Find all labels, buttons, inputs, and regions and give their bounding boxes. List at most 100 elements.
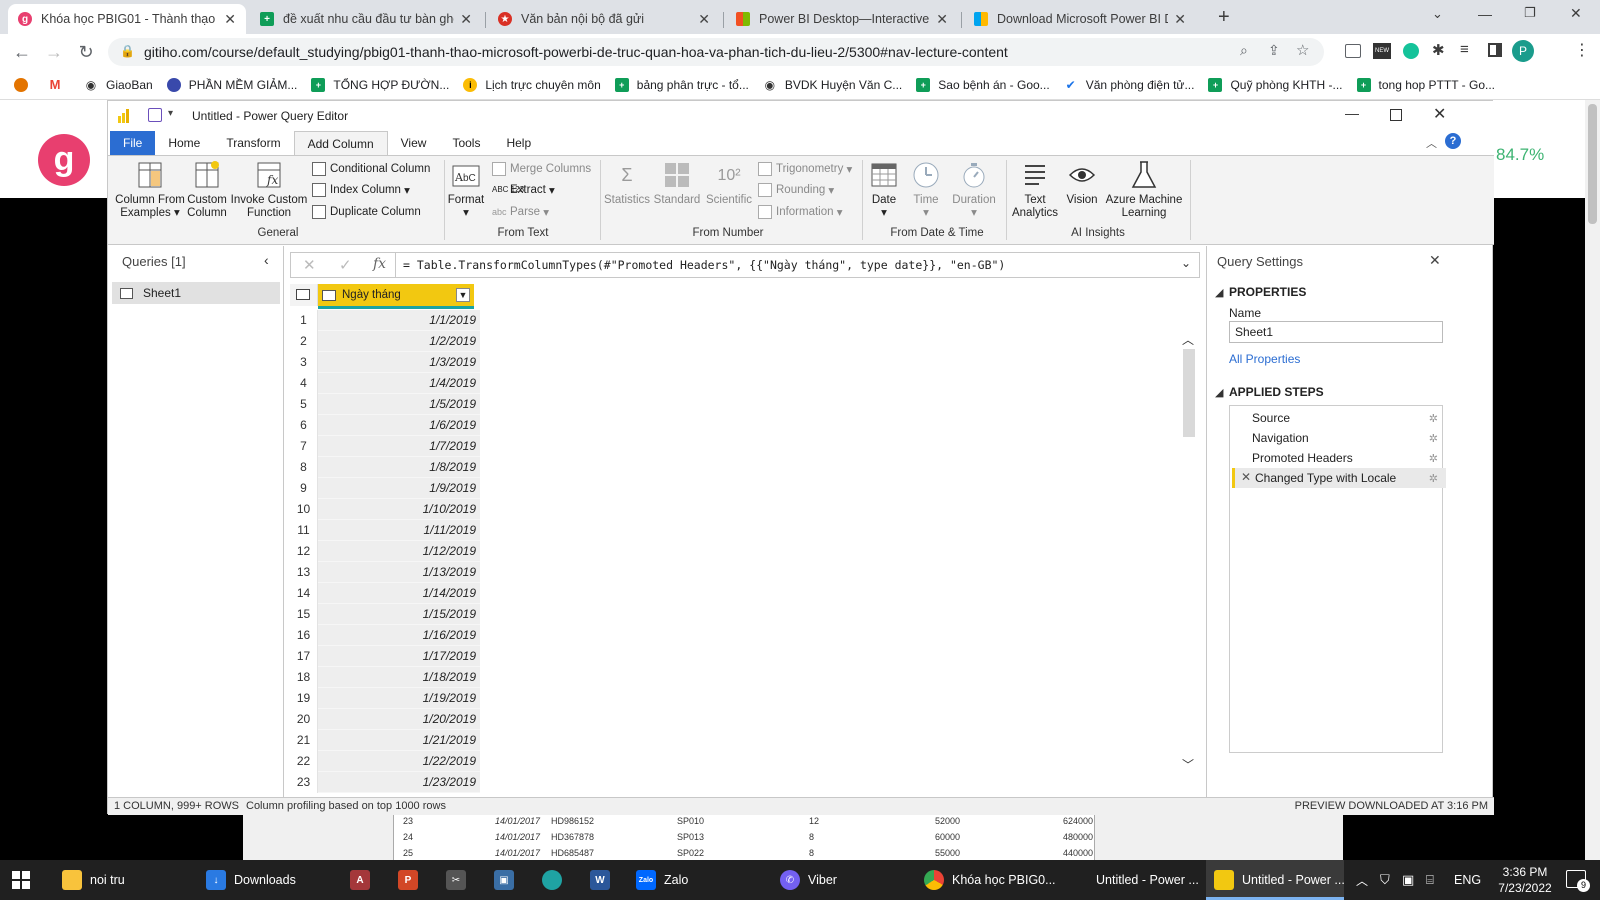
step-navigation[interactable]: Navigation ✲ — [1232, 428, 1446, 448]
duplicate-column-button[interactable]: Duplicate Column — [312, 205, 421, 219]
filter-dropdown-icon[interactable]: ▼ — [456, 288, 470, 302]
quick-access-dropdown-icon[interactable]: ▾ — [168, 108, 173, 119]
taskbar-item-viber[interactable]: ✆ Viber — [780, 860, 837, 900]
close-icon[interactable]: ✕ — [1433, 104, 1446, 124]
step-source[interactable]: Source ✲ — [1232, 408, 1446, 428]
table-row[interactable]: 2 1/2/2019 — [290, 331, 480, 352]
date-cell[interactable]: 1/23/2019 — [318, 772, 480, 793]
azure-ml-button[interactable]: Azure Machine Learning — [1104, 160, 1184, 220]
vision-button[interactable]: Vision — [1062, 160, 1102, 207]
taskbar-item-downloads[interactable]: ↓ Downloads — [206, 860, 296, 900]
step-changed-type-with-locale[interactable]: ✕ Changed Type with Locale ✲ — [1232, 468, 1446, 488]
date-cell[interactable]: 1/18/2019 — [318, 667, 480, 688]
expand-formula-icon[interactable]: ⌄ — [1181, 256, 1191, 270]
close-tab-icon[interactable]: ✕ — [698, 11, 710, 28]
tab-add-column[interactable]: Add Column — [293, 131, 388, 155]
tab-vanban[interactable]: ★ Văn bản nội bộ đã gửi ✕ — [488, 4, 720, 34]
grammarly-icon[interactable] — [1403, 43, 1419, 59]
all-properties-link[interactable]: All Properties — [1229, 352, 1300, 366]
table-row[interactable]: 22 1/22/2019 — [290, 751, 480, 772]
scientific-button[interactable]: 10² Scientific — [704, 160, 754, 207]
close-tab-icon[interactable]: ✕ — [1174, 11, 1186, 28]
menu-kebab-icon[interactable]: ⋮ — [1574, 40, 1590, 60]
table-row[interactable]: 12 1/12/2019 — [290, 541, 480, 562]
commit-formula-icon[interactable]: ✓ — [339, 256, 352, 274]
taskbar-item-zalo[interactable]: Zalo Zalo — [636, 860, 688, 900]
date-cell[interactable]: 1/20/2019 — [318, 709, 480, 730]
conditional-column-button[interactable]: Conditional Column — [312, 162, 430, 176]
minimize-icon[interactable]: — — [1345, 105, 1359, 121]
security-icon[interactable]: ⛉ — [1380, 860, 1390, 900]
date-cell[interactable]: 1/3/2019 — [318, 352, 480, 373]
table-row[interactable]: 7 1/7/2019 — [290, 436, 480, 457]
merge-columns-button[interactable]: Merge Columns — [492, 162, 591, 176]
restore-icon[interactable]: ❐ — [1524, 5, 1536, 21]
index-column-button[interactable]: Index Column ▾ — [312, 183, 410, 197]
bookmark-item[interactable]: ✔ Văn phòng điện tử... — [1063, 77, 1194, 92]
address-bar[interactable]: 🔒 gitiho.com/course/default_studying/pbi… — [108, 38, 1324, 66]
date-cell[interactable]: 1/4/2019 — [318, 373, 480, 394]
collapse-triangle-icon[interactable]: ◢ — [1215, 386, 1223, 399]
table-row[interactable]: 3 1/3/2019 — [290, 352, 480, 373]
table-row[interactable]: 16 1/16/2019 — [290, 625, 480, 646]
tab-search-icon[interactable]: ⌄ — [1432, 6, 1443, 22]
column-from-examples-button[interactable]: Column From Examples ▾ — [114, 160, 186, 220]
close-tab-icon[interactable]: ✕ — [224, 11, 236, 28]
date-cell[interactable]: 1/7/2019 — [318, 436, 480, 457]
taskbar-item-power-query-2[interactable]: Untitled - Power ... — [1206, 860, 1345, 900]
settings-gear-icon[interactable]: ✲ — [1429, 412, 1438, 425]
table-row[interactable]: 9 1/9/2019 — [290, 478, 480, 499]
close-window-icon[interactable]: ✕ — [1570, 5, 1582, 22]
grid-scrollbar-thumb[interactable] — [1183, 349, 1195, 437]
table-row[interactable]: 4 1/4/2019 — [290, 373, 480, 394]
table-row[interactable]: 18 1/18/2019 — [290, 667, 480, 688]
taskbar-edge[interactable] — [542, 860, 570, 900]
table-row[interactable]: 21 1/21/2019 — [290, 730, 480, 751]
gitiho-logo[interactable]: g — [38, 134, 90, 186]
taskbar-item-chrome[interactable]: Khóa học PBIG0... — [924, 860, 1056, 900]
trigonometry-button[interactable]: Trigonometry ▾ — [758, 162, 852, 176]
table-row[interactable]: 8 1/8/2019 — [290, 457, 480, 478]
bookmark-item[interactable]: i Lịch trực chuyên môn — [463, 77, 601, 92]
profiling-status[interactable]: Column profiling based on top 1000 rows — [246, 800, 446, 812]
collapse-ribbon-icon[interactable]: ︿ — [1426, 135, 1437, 151]
table-row[interactable]: 11 1/11/2019 — [290, 520, 480, 541]
bookmark-item[interactable]: + Sao bệnh án - Goo... — [916, 77, 1050, 92]
bookmark-item[interactable] — [14, 77, 36, 92]
statistics-button[interactable]: Σ Statistics — [604, 160, 650, 207]
bookmark-star-icon[interactable]: ☆ — [1296, 41, 1309, 59]
help-icon[interactable]: ? — [1445, 133, 1461, 149]
tab-gitiho[interactable]: g Khóa học PBIG01 - Thành thạo M ✕ — [8, 4, 246, 34]
bookmark-item[interactable]: ◉ BVDK Huyện Văn C... — [762, 77, 902, 92]
table-row[interactable]: 19 1/19/2019 — [290, 688, 480, 709]
save-icon[interactable] — [148, 108, 162, 122]
table-row[interactable]: 13 1/13/2019 — [290, 562, 480, 583]
tab-help[interactable]: Help — [493, 131, 544, 155]
date-cell[interactable]: 1/1/2019 — [318, 310, 480, 331]
date-cell[interactable]: 1/10/2019 — [318, 499, 480, 520]
table-row[interactable]: 1 1/1/2019 — [290, 310, 480, 331]
parse-button[interactable]: abc Parse ▾ — [492, 205, 549, 219]
date-cell[interactable]: 1/22/2019 — [318, 751, 480, 772]
time-button[interactable]: Time ▾ — [908, 160, 944, 220]
bookmark-item[interactable]: ◉ GiaoBan — [84, 77, 153, 92]
bookmark-item[interactable]: + bảng phân trực - tổ... — [614, 77, 749, 92]
collapse-pane-icon[interactable]: ‹ — [264, 252, 269, 268]
standard-button[interactable]: Standard — [652, 160, 702, 207]
delete-step-icon[interactable]: ✕ — [1241, 470, 1251, 484]
date-cell[interactable]: 1/21/2019 — [318, 730, 480, 751]
bookmark-item[interactable]: + TỔNG HỢP ĐƯỜN... — [311, 77, 449, 92]
zoom-icon[interactable]: ⌕ — [1240, 42, 1248, 59]
display-icon[interactable]: ▣ — [1402, 860, 1414, 900]
bookmark-item[interactable]: PHẦN MỀM GIẢM... — [166, 77, 297, 92]
taskbar-item-noi-tru[interactable]: noi tru — [62, 860, 125, 900]
close-tab-icon[interactable]: ✕ — [460, 11, 472, 28]
language-indicator[interactable]: ENG — [1454, 860, 1481, 900]
clock[interactable]: 3:36 PM 7/23/2022 — [1490, 864, 1560, 896]
taskbar-item-power-query-1[interactable]: Untitled - Power ... — [1096, 860, 1199, 900]
date-cell[interactable]: 1/11/2019 — [318, 520, 480, 541]
taskbar-word[interactable]: W — [590, 860, 618, 900]
table-row[interactable]: 5 1/5/2019 — [290, 394, 480, 415]
column-header-ngay-thang[interactable]: Ngày tháng ▼ — [318, 284, 474, 306]
date-cell[interactable]: 1/8/2019 — [318, 457, 480, 478]
